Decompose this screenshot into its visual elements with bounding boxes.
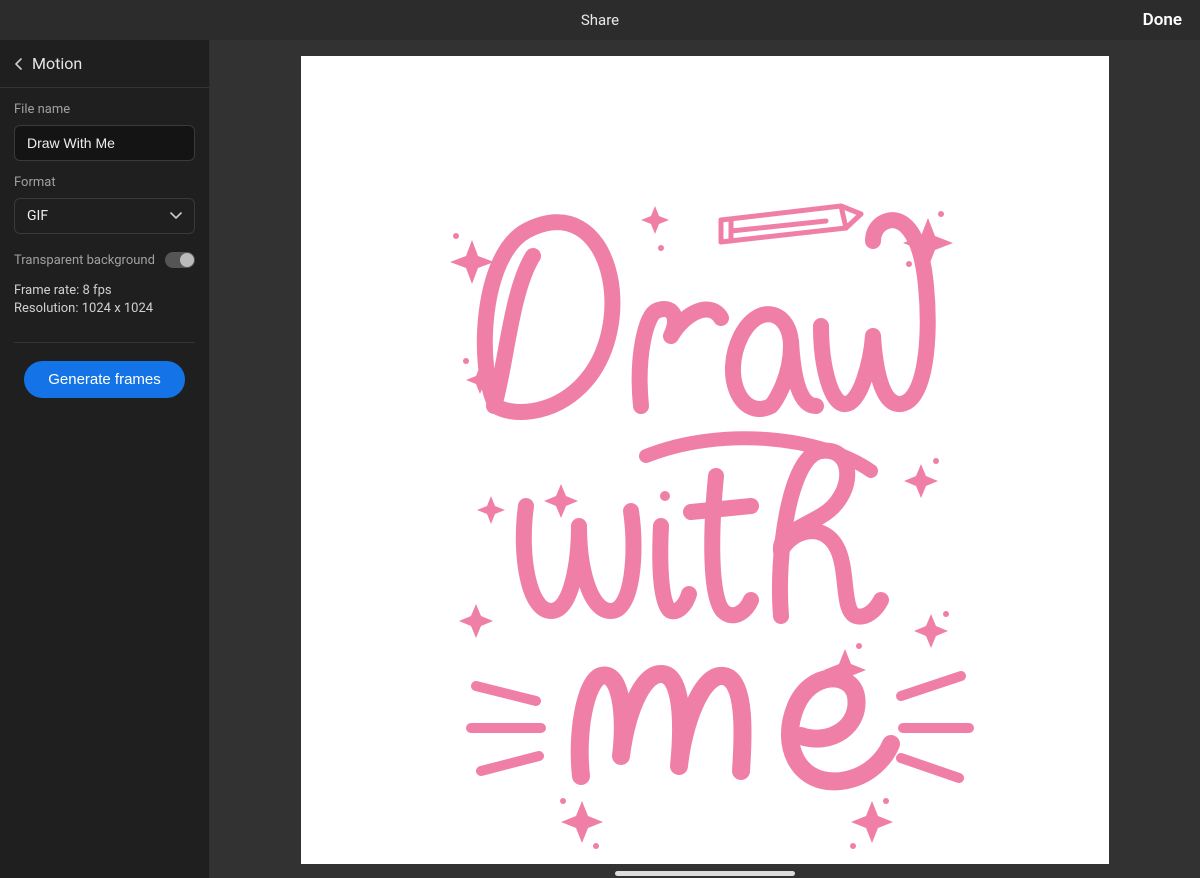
canvas-area xyxy=(210,40,1200,878)
format-value: GIF xyxy=(27,208,48,224)
toggle-knob xyxy=(180,253,194,267)
draw-with-me-artwork xyxy=(301,56,1109,864)
done-button[interactable]: Done xyxy=(1143,0,1182,40)
filename-label: File name xyxy=(14,102,195,117)
share-title: Share xyxy=(581,11,619,29)
home-handle xyxy=(615,871,795,876)
transparent-bg-label: Transparent background xyxy=(14,253,155,268)
divider xyxy=(14,342,195,343)
export-meta: Frame rate: 8 fps Resolution: 1024 x 102… xyxy=(0,268,209,318)
generate-frames-button[interactable]: Generate frames xyxy=(24,361,185,398)
chevron-left-icon xyxy=(12,58,26,70)
transparent-bg-toggle[interactable] xyxy=(165,252,195,268)
chevron-down-icon xyxy=(170,208,182,224)
format-label: Format xyxy=(14,175,195,190)
motion-panel-back[interactable]: Motion xyxy=(0,40,209,88)
filename-input[interactable] xyxy=(14,125,195,161)
artwork-canvas xyxy=(301,56,1109,864)
top-bar: Share Done xyxy=(0,0,1200,40)
settings-panel: Motion File name Format GIF Transparent … xyxy=(0,40,210,878)
format-select[interactable]: GIF xyxy=(14,198,195,234)
panel-title: Motion xyxy=(32,54,82,73)
